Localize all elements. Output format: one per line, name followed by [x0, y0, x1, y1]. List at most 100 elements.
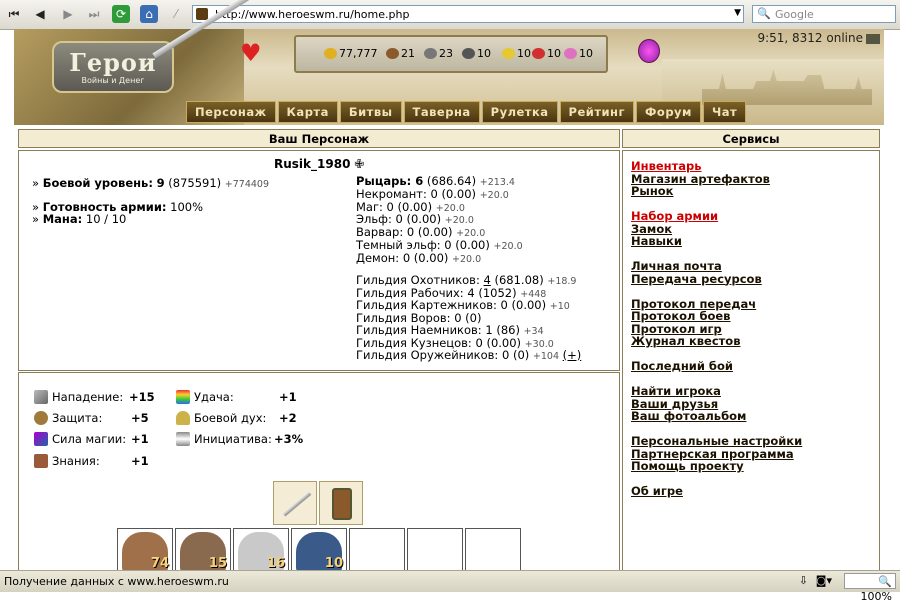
service-link[interactable]: Личная почта: [631, 260, 876, 273]
status-text: Получение данных с www.heroeswm.ru: [4, 575, 229, 588]
status-bar: Получение данных с www.heroeswm.ru ⇩ ◙▾ …: [0, 570, 900, 603]
search-icon: 🔍: [757, 7, 771, 20]
services-group: Найти игрока Ваши друзья Ваш фотоальбом: [631, 385, 876, 423]
castle-icon: [702, 69, 872, 105]
mail-icon[interactable]: [866, 33, 880, 44]
online-counter: 9:51, 8312 online: [757, 31, 880, 45]
gold-icon: [324, 48, 337, 59]
stop-icon[interactable]: ⁄: [166, 4, 186, 24]
service-link[interactable]: Персональные настройки: [631, 435, 876, 448]
nav-item-forum[interactable]: Форум: [636, 101, 701, 123]
guild-plus-link[interactable]: (+): [563, 348, 582, 362]
nav-item-map[interactable]: Карта: [277, 101, 338, 123]
resource-ore: 23: [424, 47, 453, 60]
site-favicon-icon: [196, 8, 208, 20]
army-slot-7[interactable]: [465, 528, 521, 572]
stat-knowledge: Знания: +1: [34, 454, 149, 468]
service-link[interactable]: Помощь проекту: [631, 460, 876, 473]
nav-item-roulette[interactable]: Рулетка: [481, 101, 558, 123]
address-bar[interactable]: http://www.heroeswm.ru/home.php ▼: [192, 5, 744, 23]
morale-icon: [176, 411, 190, 425]
resource-crystal: 10: [532, 47, 561, 60]
download-icon[interactable]: ⇩: [799, 574, 808, 587]
service-link[interactable]: Найти игрока: [631, 385, 876, 398]
sword-icon: [282, 491, 312, 517]
gems-icon: [564, 48, 577, 59]
resource-sulfur: 10: [502, 47, 531, 60]
service-link[interactable]: Об игре: [631, 485, 876, 498]
resource-wood: 21: [386, 47, 415, 60]
army-slot-1[interactable]: 74: [117, 528, 173, 572]
zoom-icon: 🔍: [878, 575, 892, 588]
stat-attack: Нападение: +15: [34, 390, 155, 404]
forward-icon[interactable]: ▶: [58, 4, 78, 24]
character-panel-title: Ваш Персонаж: [18, 129, 620, 148]
stat-morale: Боевой дух: +2: [176, 411, 297, 425]
nav-item-character[interactable]: Персонаж: [186, 101, 276, 123]
service-link[interactable]: Навыки: [631, 235, 876, 248]
resources-panel: 77,777 21 23 10 10 10 10: [294, 35, 608, 73]
heart-icon: ♥: [240, 39, 262, 67]
stat-luck: Удача: +1: [176, 390, 297, 404]
book-icon: [34, 454, 48, 468]
combat-level: » Боевой уровень: 9 (875591) +774409: [32, 176, 270, 190]
hourglass-icon: [176, 432, 190, 446]
shield-slot[interactable]: [319, 481, 363, 525]
game-logo[interactable]: Герои Войны и Денег: [52, 41, 174, 93]
crystal-icon: [532, 48, 545, 59]
search-placeholder: Google: [775, 8, 814, 21]
home-icon[interactable]: ⌂: [140, 5, 158, 23]
refresh-icon[interactable]: ⟳: [112, 5, 130, 23]
resource-mercury: 10: [462, 47, 491, 60]
weapon-slot[interactable]: [273, 481, 317, 525]
service-link[interactable]: Ваш фотоальбом: [631, 410, 876, 423]
address-text[interactable]: http://www.heroeswm.ru/home.php: [215, 8, 409, 21]
wand-icon: [34, 432, 48, 446]
services-group: Набор армии Замок Навыки: [631, 210, 876, 248]
army-slot-6[interactable]: [407, 528, 463, 572]
service-link[interactable]: Журнал квестов: [631, 335, 876, 348]
faction-row: Демон: 0 (0.00) +20.0: [356, 250, 482, 265]
shield-icon: [34, 411, 48, 425]
resource-gems: 10: [564, 47, 593, 60]
cross-icon: ✙: [354, 157, 365, 171]
stat-defense: Защита: +5: [34, 411, 149, 425]
guild-row: Гильдия Оружейников: 0 (0) +104 (+): [356, 348, 582, 362]
service-link[interactable]: Передача ресурсов: [631, 272, 876, 286]
rainbow-icon: [176, 390, 190, 404]
army-slot-2[interactable]: 15: [175, 528, 231, 572]
service-link[interactable]: Протокол боев: [631, 310, 876, 323]
stat-initiative: Инициатива: +3%: [176, 432, 303, 446]
army-slot-5[interactable]: [349, 528, 405, 572]
chevron-down-icon[interactable]: ▼: [734, 8, 741, 18]
nav-item-chat[interactable]: Чат: [702, 101, 747, 123]
browser-toolbar: ⏮ ◀ ▶ ⏭ ⟳ ⌂ ⁄ http://www.heroeswm.ru/hom…: [0, 0, 900, 30]
back-icon[interactable]: ◀: [30, 4, 50, 24]
service-link[interactable]: Последний бой: [631, 360, 876, 373]
first-page-icon[interactable]: ⏮: [4, 4, 24, 24]
mercury-icon: [462, 48, 475, 59]
search-input[interactable]: 🔍 Google: [752, 5, 896, 23]
army-slot-4[interactable]: 10: [291, 528, 347, 572]
attack-icon: [34, 390, 48, 404]
nav-item-rating[interactable]: Рейтинг: [559, 101, 635, 123]
wood-icon: [386, 48, 399, 59]
mana: » Мана: 10 / 10: [32, 212, 127, 226]
camera-icon[interactable]: ◙▾: [816, 574, 832, 587]
shield-icon: [332, 488, 352, 520]
service-link[interactable]: Набор армии: [631, 210, 876, 223]
stat-spellpower: Сила магии: +1: [34, 432, 149, 446]
last-page-icon[interactable]: ⏭: [84, 4, 104, 24]
character-name[interactable]: Rusik_1980 ✙: [274, 157, 364, 171]
mana-potion-icon[interactable]: [638, 39, 660, 63]
services-list: Инвентарь Магазин артефактов Рынок Набор ар…: [631, 160, 876, 510]
services-group: Персональные настройки Партнерская програ…: [631, 435, 876, 473]
service-link[interactable]: Инвентарь: [631, 160, 876, 173]
nav-item-battles[interactable]: Битвы: [339, 101, 402, 123]
nav-item-tavern[interactable]: Таверна: [403, 101, 480, 123]
service-link[interactable]: Рынок: [631, 185, 876, 198]
services-group: Протокол передач Протокол боев Протокол иг…: [631, 297, 876, 348]
army-slot-3[interactable]: 16: [233, 528, 289, 572]
ore-icon: [424, 48, 437, 59]
zoom-control[interactable]: 🔍 100%: [844, 573, 896, 603]
